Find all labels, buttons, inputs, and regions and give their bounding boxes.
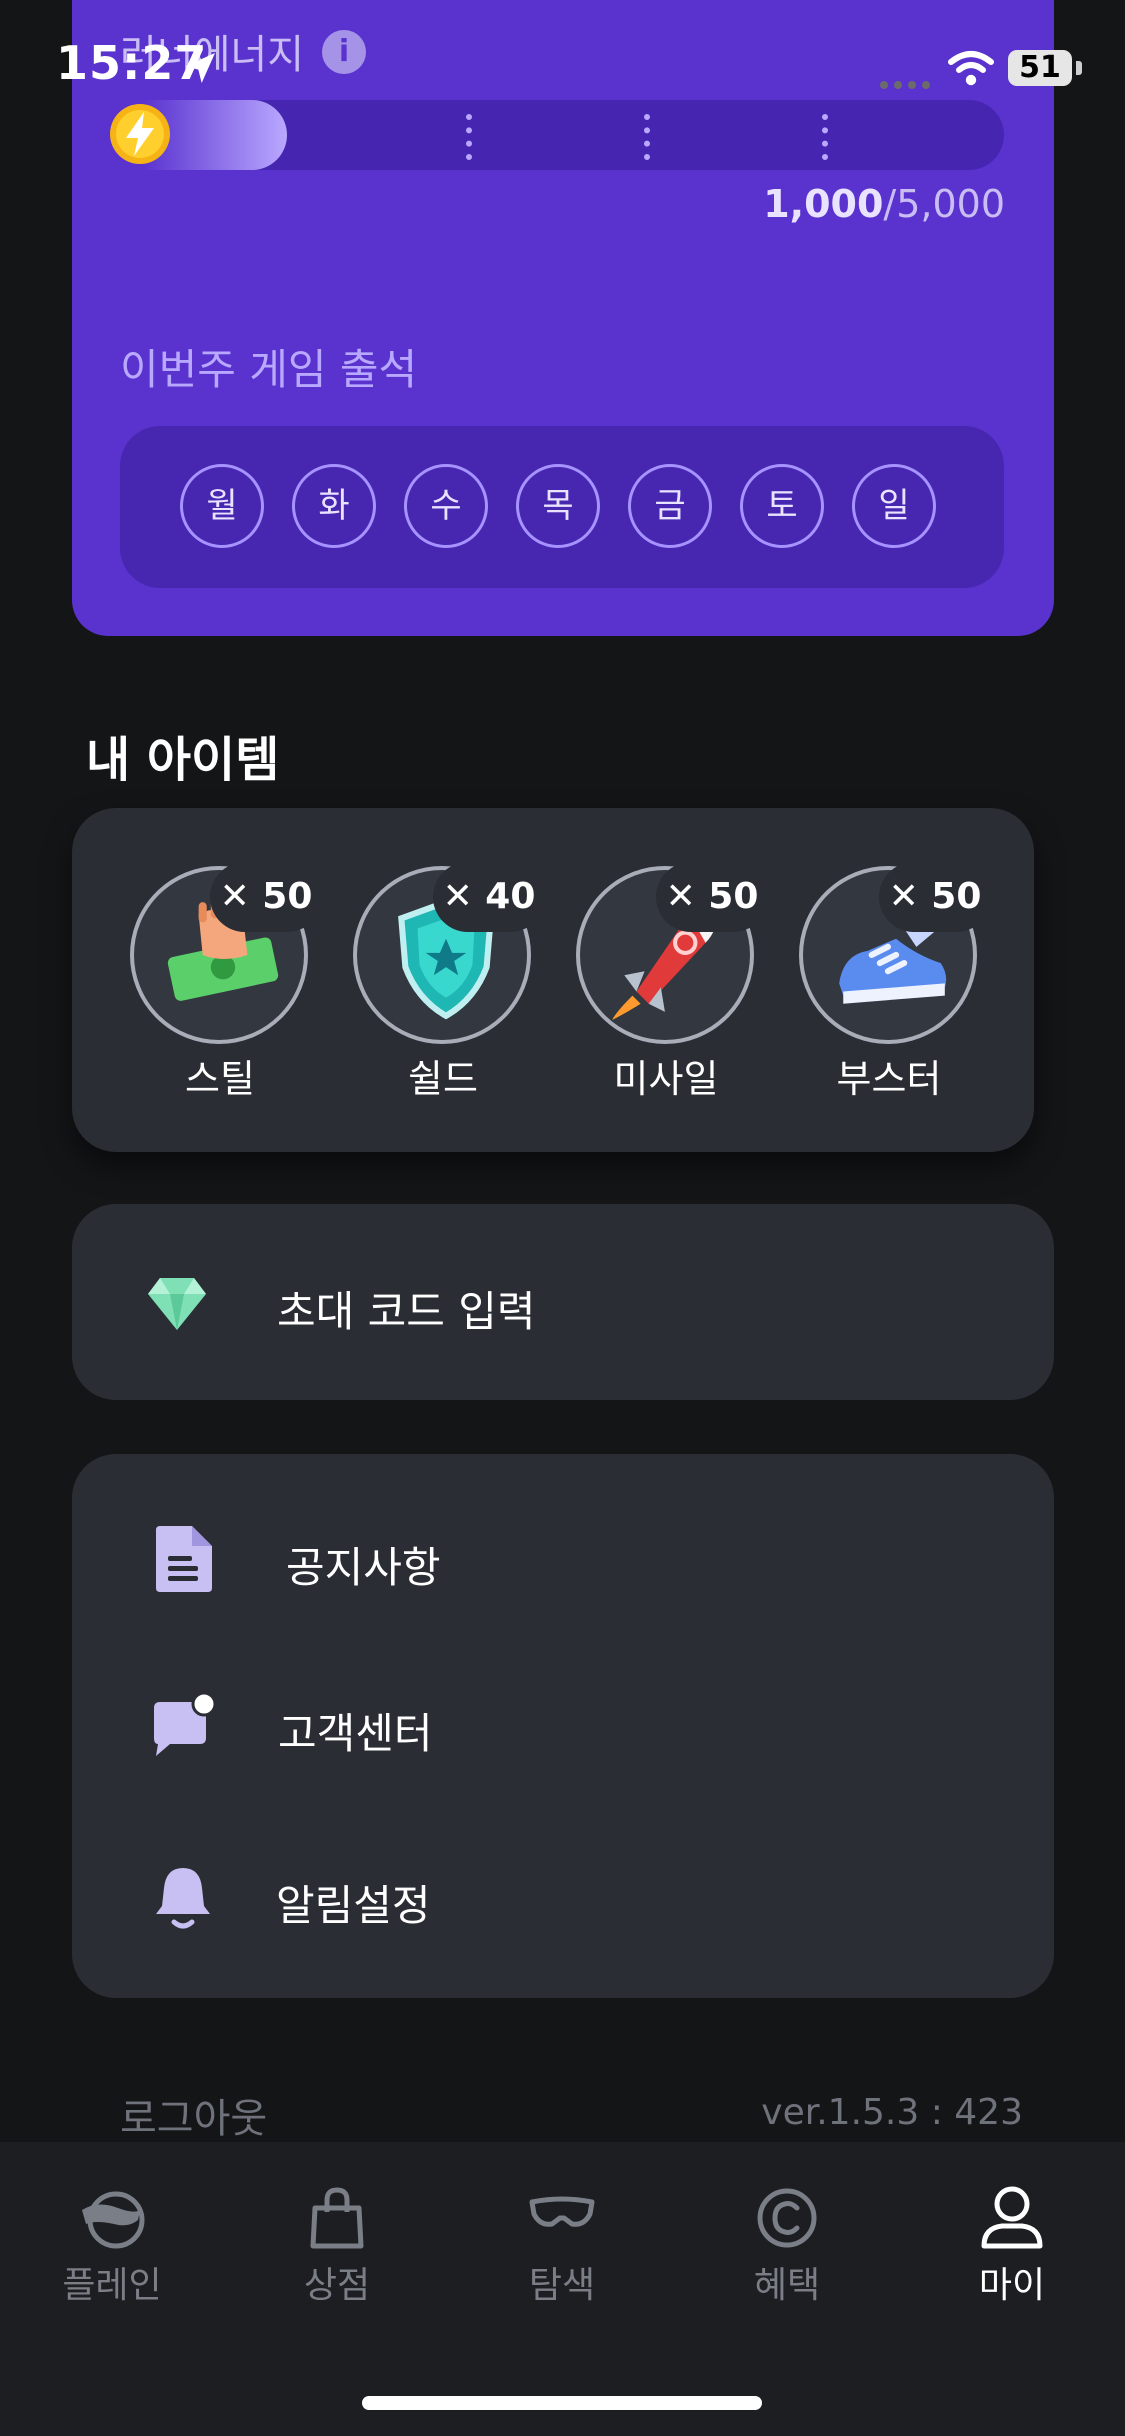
tab-label: 마이 <box>978 2265 1046 2306</box>
menu-item-support[interactable]: 고객센터 <box>72 1656 1054 1796</box>
menu-item-notification-settings[interactable]: 알림설정 <box>72 1828 1054 1968</box>
items-section-title: 내 아이템 <box>86 732 280 788</box>
shopping-bag-icon <box>310 2187 364 2249</box>
tab-shop[interactable]: 상점 <box>247 2184 427 2324</box>
menu-item-label: 고객센터 <box>278 1709 433 1758</box>
tab-label: 상점 <box>303 2265 371 2306</box>
item-label: 쉴드 <box>408 1057 478 1101</box>
day-sun: 일 <box>852 464 936 548</box>
item-booster[interactable]: ✕ 50 부스터 <box>799 862 991 1116</box>
item-count: ✕ 40 <box>433 862 545 932</box>
item-count: ✕ 50 <box>210 862 322 932</box>
tab-label: 혜택 <box>753 2265 821 2306</box>
tab-explore[interactable]: 탐색 <box>472 2184 652 2324</box>
wifi-icon <box>948 51 994 86</box>
item-count: ✕ 50 <box>879 862 991 932</box>
tab-plane[interactable]: 플레인 <box>22 2184 202 2324</box>
chat-icon <box>154 1692 216 1756</box>
day-wed: 수 <box>404 464 488 548</box>
document-icon <box>156 1526 212 1592</box>
items-card: ✕ 50 스틸 ✕ 40 쉴드 ✕ 50 미사일 ✕ 50 부스터 <box>72 808 1034 1152</box>
tab-my[interactable]: 마이 <box>922 2184 1102 2324</box>
home-indicator <box>362 2396 762 2410</box>
day-thu: 목 <box>516 464 600 548</box>
user-icon <box>981 2186 1043 2249</box>
version-text: ver.1.5.3 : 423 <box>761 2092 1023 2133</box>
energy-count: 1,000/5,000 <box>763 182 1005 226</box>
item-label: 스틸 <box>185 1057 255 1101</box>
plane-avatar-icon <box>82 2191 145 2249</box>
day-mon: 월 <box>180 464 264 548</box>
item-count: ✕ 50 <box>656 862 768 932</box>
attendance-days: 월 화 수 목 금 토 일 <box>120 426 1004 588</box>
invite-code-button[interactable]: 초대 코드 입력 <box>72 1204 1054 1400</box>
menu-card: 공지사항 고객센터 알림설정 <box>72 1454 1054 1998</box>
attendance-title: 이번주 게임 출석 <box>120 345 418 394</box>
item-label: 부스터 <box>836 1057 942 1101</box>
tab-bar: 플레인 상점 탐색 혜택 마이 <box>0 2142 1125 2436</box>
menu-item-label: 알림설정 <box>276 1881 431 1930</box>
energy-current: 1,000 <box>763 182 884 226</box>
tab-label: 플레인 <box>62 2265 162 2306</box>
energy-total: /5,000 <box>883 182 1005 226</box>
goggles-icon <box>529 2196 595 2227</box>
gem-icon <box>148 1278 206 1330</box>
item-shield[interactable]: ✕ 40 쉴드 <box>353 862 545 1116</box>
item-label: 미사일 <box>613 1057 719 1101</box>
coin-icon <box>757 2188 817 2248</box>
day-fri: 금 <box>628 464 712 548</box>
day-tue: 화 <box>292 464 376 548</box>
battery-tip <box>1076 61 1082 75</box>
item-steal[interactable]: ✕ 50 스틸 <box>130 862 322 1116</box>
menu-item-label: 공지사항 <box>286 1543 441 1592</box>
invite-code-label: 초대 코드 입력 <box>277 1287 536 1336</box>
menu-item-notice[interactable]: 공지사항 <box>72 1490 1054 1630</box>
location-arrow-icon <box>185 53 215 83</box>
cellular-signal-icon <box>880 74 936 93</box>
battery-icon: 51 <box>1008 50 1072 86</box>
day-sat: 토 <box>740 464 824 548</box>
logout-link[interactable]: 로그아웃 <box>120 2086 267 2144</box>
item-missile[interactable]: ✕ 50 미사일 <box>576 862 768 1116</box>
tab-benefits[interactable]: 혜택 <box>697 2184 877 2324</box>
status-bar: 15:27 51 <box>0 0 1125 140</box>
tab-label: 탐색 <box>528 2265 596 2306</box>
bell-icon <box>156 1868 210 1929</box>
